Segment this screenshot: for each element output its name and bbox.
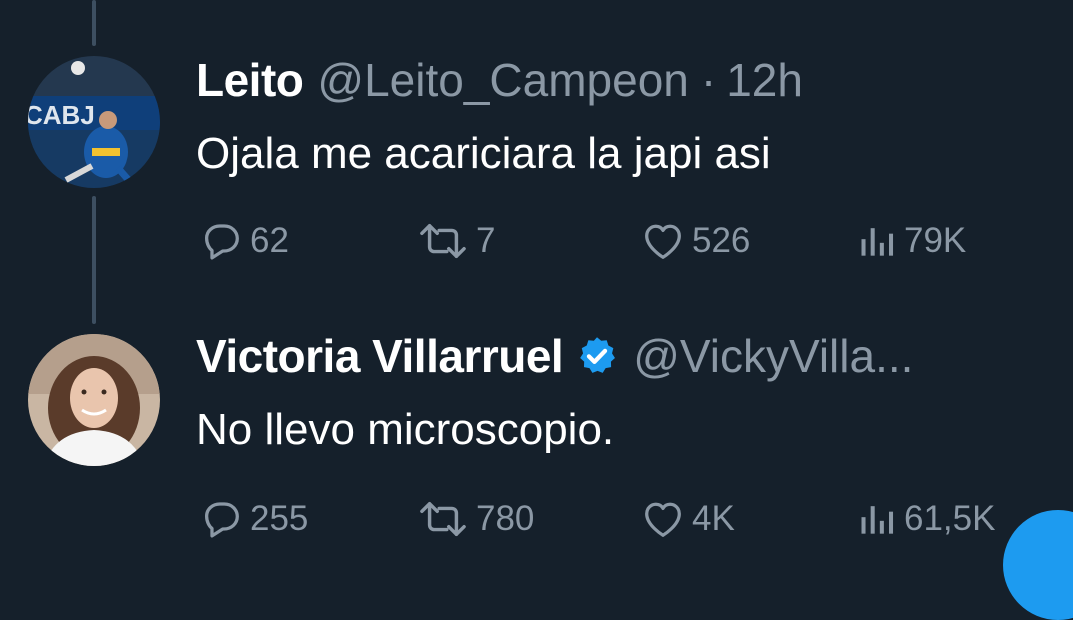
separator-dot: · (700, 54, 717, 106)
action-bar: 255 780 4K 61,5K (196, 496, 996, 546)
avatar-image (28, 334, 160, 466)
views-icon (861, 506, 894, 534)
like-icon (645, 502, 681, 537)
retweet-icon (420, 501, 466, 537)
reply-icon (204, 502, 239, 538)
display-name[interactable]: Leito (196, 54, 304, 106)
display-name[interactable]: Victoria Villarruel (196, 330, 564, 382)
views-count: 79K (904, 221, 967, 260)
avatar[interactable] (28, 334, 160, 466)
tweet-victoria[interactable]: Victoria Villarruel @VickyVilla... No ll… (0, 300, 1073, 560)
action-bar: 62 7 526 79K (196, 218, 996, 268)
username[interactable]: @Leito_Campeon (317, 54, 688, 106)
like-count: 526 (692, 221, 751, 260)
like-icon (645, 224, 681, 259)
views-count: 61,5K (904, 499, 996, 538)
reply-count: 62 (250, 221, 289, 260)
avatar[interactable]: CABJ (28, 56, 160, 188)
tweet-header: Victoria Villarruel @VickyVilla... (196, 330, 913, 382)
like-button[interactable]: 526 (638, 218, 750, 264)
reply-count: 255 (250, 499, 309, 538)
avatar-banner-text: CABJ (28, 100, 95, 130)
views-button[interactable]: 61,5K (856, 496, 995, 542)
avatar-image: CABJ (28, 56, 160, 188)
reply-button[interactable]: 62 (196, 218, 289, 264)
tweet-text: Ojala me acariciara la japi asi (196, 129, 771, 178)
like-count: 4K (692, 499, 735, 538)
reply-icon (204, 224, 239, 260)
verified-badge-icon (580, 337, 616, 373)
like-button[interactable]: 4K (638, 496, 735, 542)
retweet-count: 780 (476, 499, 535, 538)
retweet-button[interactable]: 7 (414, 218, 495, 264)
reply-button[interactable]: 255 (196, 496, 308, 542)
timestamp[interactable]: 12h (726, 54, 803, 106)
tweet-text: No llevo microscopio. (196, 405, 615, 454)
retweet-count: 7 (476, 221, 496, 260)
views-icon (861, 228, 894, 256)
retweet-icon (420, 223, 466, 259)
tweet-header: Leito @Leito_Campeon · 12h (196, 54, 803, 106)
username[interactable]: @VickyVilla... (633, 330, 913, 382)
views-button[interactable]: 79K (856, 218, 966, 264)
retweet-button[interactable]: 780 (414, 496, 534, 542)
tweet-leito[interactable]: CABJ Leito @Leito_Campeon · 12h Ojala me… (0, 0, 1073, 300)
